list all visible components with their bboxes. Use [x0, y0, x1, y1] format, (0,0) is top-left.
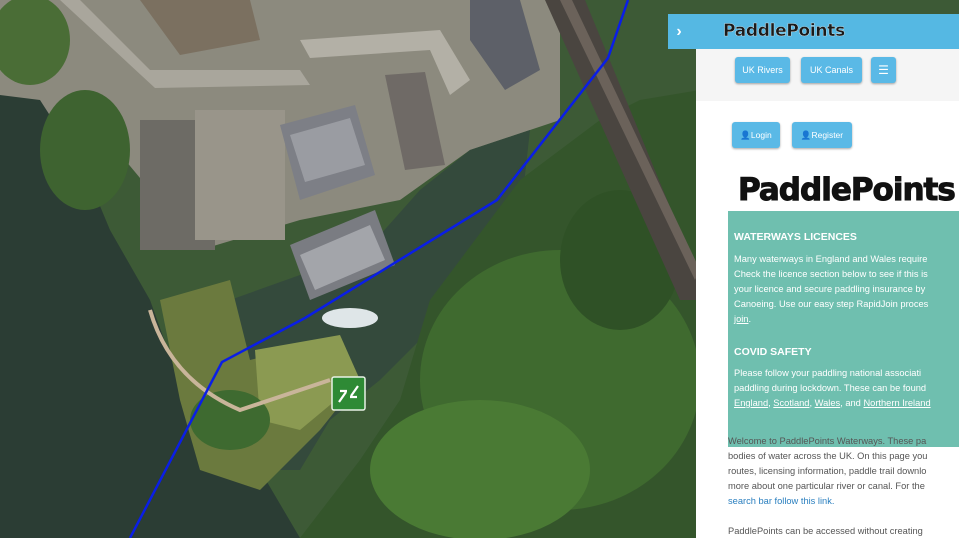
- welcome-line: routes, licensing information, paddle tr…: [728, 466, 927, 476]
- covid-line: paddling during lockdown. These can be f…: [734, 383, 927, 393]
- login-label: Login: [750, 130, 772, 140]
- scotland-link[interactable]: Scotland: [773, 398, 809, 408]
- licences-line: Canoeing. Use our easy step RapidJoin pr…: [734, 299, 929, 309]
- welcome-line: bodies of water across the UK. On this p…: [728, 451, 928, 461]
- hamburger-menu-icon[interactable]: ☰: [871, 57, 896, 83]
- access-text: PaddlePoints can be accessed without cre…: [728, 526, 923, 536]
- panel-body: UK Rivers UK Canals ☰ 👤Login 👤Register P…: [696, 49, 959, 538]
- licences-title: WATERWAYS LICENCES: [734, 231, 857, 243]
- welcome-line: Welcome to PaddlePoints Waterways. These…: [728, 436, 927, 446]
- join-link[interactable]: join: [734, 314, 748, 324]
- covid-text: Please follow your paddling national ass…: [734, 366, 959, 411]
- register-label: Register: [811, 130, 844, 140]
- northern-ireland-link[interactable]: Northern Ireland: [863, 398, 930, 408]
- user-icon: 👤: [740, 130, 751, 140]
- notice-box: WATERWAYS LICENCES Many waterways in Eng…: [728, 211, 959, 447]
- search-bar-link[interactable]: search bar follow this link.: [728, 496, 834, 506]
- chevron-right-icon[interactable]: ›: [668, 14, 690, 49]
- licences-text: Many waterways in England and Wales requ…: [734, 252, 959, 327]
- welcome-line: more about one particular river or canal…: [728, 481, 925, 491]
- side-panel: › PaddlePoints UK Rivers UK Canals ☰ 👤Lo…: [668, 14, 959, 538]
- nav-strip: UK Rivers UK Canals ☰: [696, 49, 959, 101]
- licences-line: your licence and secure paddling insuran…: [734, 284, 926, 294]
- england-link[interactable]: England: [734, 398, 768, 408]
- uk-rivers-button[interactable]: UK Rivers: [735, 57, 790, 83]
- covid-title: COVID SAFETY: [734, 346, 812, 358]
- covid-line: Please follow your paddling national ass…: [734, 368, 922, 378]
- register-button[interactable]: 👤Register: [792, 122, 852, 148]
- paddlepoints-logo: PaddlePoints: [738, 172, 957, 209]
- header-logo[interactable]: PaddlePoints: [723, 21, 845, 41]
- lock-weir-icon[interactable]: [331, 376, 366, 411]
- welcome-text: Welcome to PaddlePoints Waterways. These…: [728, 434, 959, 509]
- licences-line: Many waterways in England and Wales requ…: [734, 254, 928, 264]
- and-word: and: [845, 398, 861, 408]
- licences-line: Check the licence section below to see i…: [734, 269, 928, 279]
- wales-link[interactable]: Wales: [815, 398, 841, 408]
- user-icon: 👤: [800, 130, 812, 140]
- panel-header: › PaddlePoints: [668, 14, 959, 49]
- login-button[interactable]: 👤Login: [732, 122, 780, 148]
- uk-canals-button[interactable]: UK Canals: [801, 57, 862, 83]
